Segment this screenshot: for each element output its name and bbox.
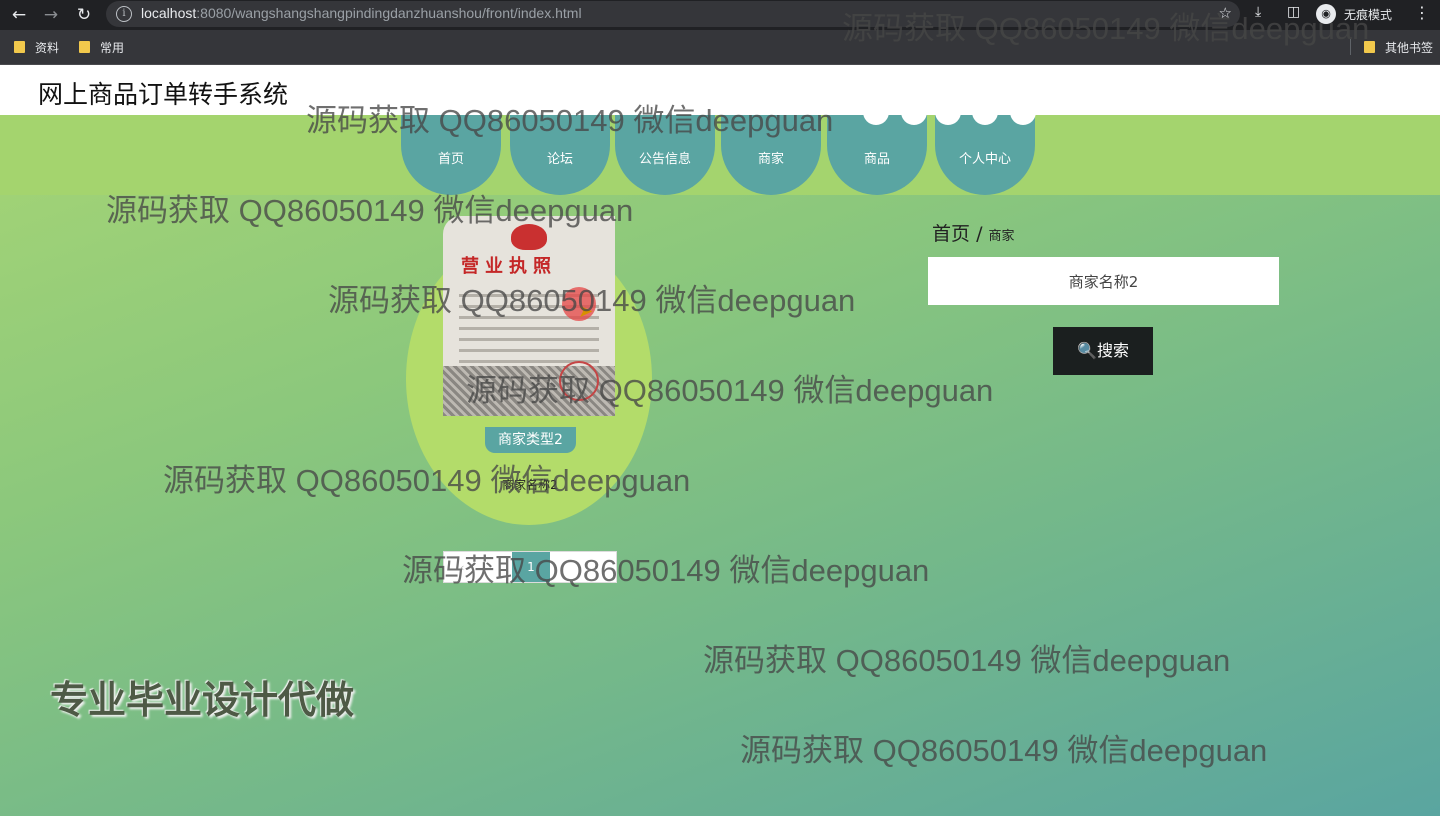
incognito-label: 无痕模式	[1344, 8, 1393, 22]
folder-icon	[1364, 41, 1375, 53]
emblem-icon	[511, 224, 547, 250]
page-content: 网上商品订单转手系统 首页 论坛 公告信息 商家 商品 个人中心 营业执照 商家…	[0, 65, 1440, 816]
bookmark-folder-1[interactable]: 资料	[14, 39, 59, 56]
search-button-label: 搜索	[1096, 341, 1129, 360]
reload-icon[interactable]: ↻	[73, 4, 95, 26]
pager-page-current[interactable]: 1	[512, 552, 550, 582]
search-input[interactable]	[928, 257, 1279, 305]
side-panel-icon[interactable]: ◫	[1287, 4, 1300, 20]
breadcrumb-current: 商家	[988, 229, 1015, 244]
bookmarks-divider	[1350, 39, 1351, 55]
pagination: ‹ 1 ›	[443, 551, 617, 583]
search-icon: 🔍	[1077, 341, 1097, 360]
merchant-type-badge: 商家类型2	[485, 427, 576, 453]
bookmarks-bar: 资料 常用 其他书签	[0, 30, 1440, 65]
pager-prev-icon[interactable]: ‹	[460, 561, 464, 574]
site-header: 网上商品订单转手系统	[0, 65, 1440, 115]
breadcrumb: 首页 / 商家	[932, 219, 1015, 246]
site-title: 网上商品订单转手系统	[38, 80, 289, 109]
nav-band	[0, 115, 1440, 195]
watermark: 源码获取 QQ86050149 微信deepguan	[740, 733, 1268, 768]
url-host: localhost	[141, 5, 197, 21]
merchant-name[interactable]: 商家名称2	[480, 476, 580, 493]
breadcrumb-separator: /	[976, 223, 983, 245]
bookmark-folder-2[interactable]: 常用	[79, 39, 124, 56]
license-title: 营业执照	[461, 256, 557, 277]
folder-icon	[14, 41, 25, 53]
url-path: :8080/wangshangshangpindingdanzhuanshou/…	[196, 5, 582, 21]
other-bookmarks[interactable]: 其他书签	[1364, 39, 1433, 56]
incognito-icon: ◉	[1316, 4, 1336, 24]
address-url[interactable]: localhost:8080/wangshangshangpindingdanz…	[141, 5, 582, 21]
incognito-indicator[interactable]: ◉ 无痕模式	[1312, 2, 1400, 26]
bookmark-label: 资料	[35, 41, 60, 55]
site-info-icon[interactable]: i	[116, 6, 132, 22]
bookmark-star-icon[interactable]: ☆	[1219, 4, 1232, 22]
back-icon[interactable]: ←	[8, 4, 30, 26]
download-icon[interactable]: ⤓	[1255, 4, 1261, 20]
seal-icon	[559, 361, 599, 401]
watermark: 源码获取 QQ86050149 微信deepguan	[703, 643, 1231, 678]
breadcrumb-home[interactable]: 首页	[932, 223, 970, 245]
other-bookmarks-label: 其他书签	[1385, 41, 1434, 55]
address-bar[interactable]: i localhost:8080/wangshangshangpindingda…	[106, 1, 1240, 27]
browser-menu-icon[interactable]: ⋮	[1414, 3, 1430, 22]
promo-text: 专业毕业设计代做	[50, 678, 355, 722]
forward-icon[interactable]: →	[40, 4, 62, 26]
folder-icon	[79, 41, 90, 53]
cursor-icon: ➤	[578, 301, 594, 322]
bookmark-label: 常用	[100, 41, 125, 55]
pager-next-icon[interactable]: ›	[594, 561, 598, 574]
search-button[interactable]: 🔍搜索	[1053, 327, 1153, 375]
browser-toolbar: ← → ↻ i localhost:8080/wangshangshangpin…	[0, 0, 1440, 30]
